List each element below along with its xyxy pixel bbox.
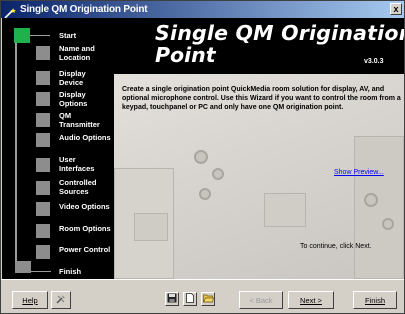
step-marker — [36, 46, 50, 60]
new-button[interactable] — [183, 292, 197, 306]
av-jack-image — [212, 168, 224, 180]
new-document-icon — [185, 293, 195, 305]
av-jack-image — [382, 218, 394, 230]
step-marker — [36, 113, 50, 127]
step-marker — [36, 181, 50, 195]
av-jack-image — [364, 193, 378, 207]
step-marker — [36, 158, 50, 172]
step-label: User Interfaces — [59, 155, 95, 173]
finish-step-marker — [15, 261, 31, 273]
step-label: QM Transmitter — [59, 111, 100, 129]
finish-label: Finish — [364, 295, 385, 305]
step-label: Display Device — [59, 69, 86, 87]
show-preview-link[interactable]: Show Preview... — [334, 169, 384, 176]
open-folder-icon — [202, 293, 214, 305]
back-button[interactable]: < Back — [239, 291, 283, 309]
tools-icon — [55, 293, 67, 307]
step-marker — [36, 133, 50, 147]
start-step-marker — [14, 28, 30, 43]
start-connector — [30, 35, 50, 36]
save-icon — [167, 293, 177, 305]
page-title: Single QM Origination — [155, 21, 404, 45]
wizard-wand-icon — [4, 4, 16, 19]
finish-connector — [31, 271, 51, 272]
tools-button[interactable] — [51, 291, 71, 309]
step-label: Name and Location — [59, 44, 95, 62]
step-marker — [36, 202, 50, 216]
close-button[interactable]: x — [390, 3, 402, 15]
equipment-connector-image — [134, 213, 168, 241]
help-label: Help — [22, 295, 38, 305]
step-label: Room Options — [59, 224, 111, 233]
title-bar: Single QM Origination Point x — [1, 1, 404, 19]
step-label: Controlled Sources — [59, 178, 97, 196]
step-label: Video Options — [59, 202, 110, 211]
av-jack-image — [194, 150, 208, 164]
step-marker — [36, 224, 50, 238]
finish-button[interactable]: Finish — [353, 291, 397, 309]
step-marker — [36, 92, 50, 106]
step-label: Power Control — [59, 245, 111, 254]
equipment-port-image — [264, 193, 306, 227]
save-button[interactable] — [165, 292, 179, 306]
step-start-label: Start — [59, 31, 77, 40]
page-title-line2: Point — [155, 43, 216, 67]
wizard-description: Create a single origination point QuickM… — [122, 86, 401, 111]
wizard-window: Single QM Origination Point x Start Name… — [0, 0, 405, 314]
next-button[interactable]: Next > — [288, 291, 334, 309]
step-marker — [36, 245, 50, 259]
equipment-panel-image — [354, 136, 404, 279]
step-label: Audio Options — [59, 133, 111, 142]
back-label: < Back — [249, 295, 273, 305]
window-title: Single QM Origination Point — [20, 4, 148, 15]
wizard-step-sidebar: Start Name and Location Display Device D… — [2, 18, 114, 279]
open-button[interactable] — [201, 292, 215, 306]
step-marker — [36, 71, 50, 85]
av-jack-image — [199, 188, 211, 200]
step-track-shadow — [16, 28, 17, 268]
step-label: Display Options — [59, 90, 88, 108]
step-finish-label: Finish — [59, 267, 82, 276]
continue-instruction: To continue, click Next. — [300, 243, 372, 250]
wizard-content-panel: Single QM Origination Point v3.0.3 Creat… — [114, 18, 404, 279]
next-label: Next > — [300, 295, 322, 305]
help-button[interactable]: Help — [12, 291, 48, 309]
version-label: v3.0.3 — [364, 58, 384, 65]
